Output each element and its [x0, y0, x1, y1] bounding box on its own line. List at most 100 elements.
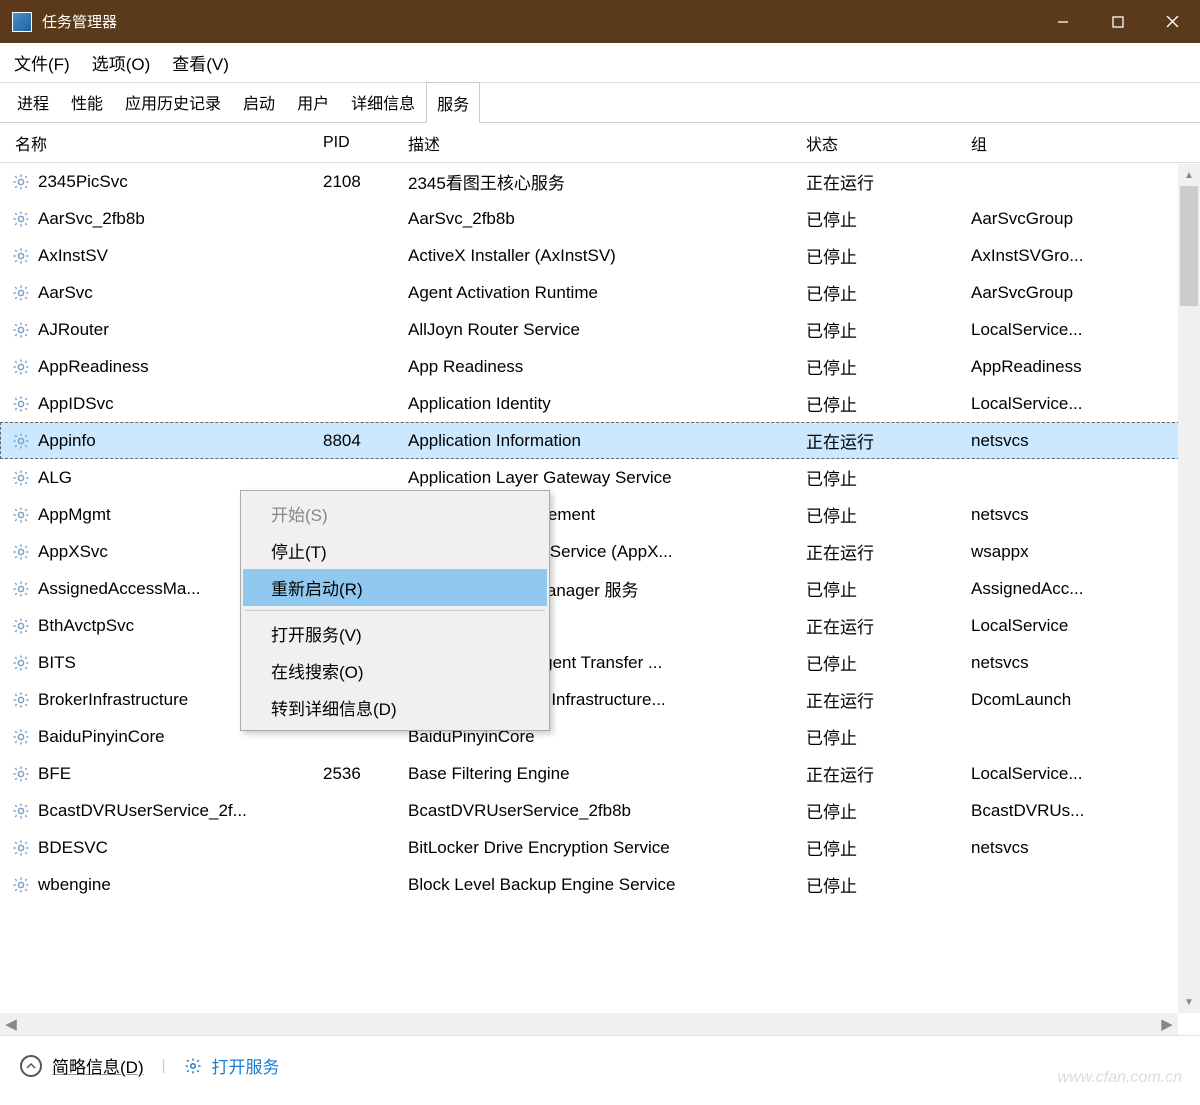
tab-应用历史记录[interactable]: 应用历史记录	[114, 81, 232, 122]
cell-status: 已停止	[796, 206, 961, 231]
cell-pid: 8804	[313, 431, 398, 451]
gear-icon	[12, 506, 30, 524]
gear-icon	[12, 617, 30, 635]
cm-restart[interactable]: 重新启动(R)	[243, 569, 547, 606]
col-group[interactable]: 组	[961, 131, 1141, 155]
cell-desc: BitLocker Drive Encryption Service	[398, 838, 796, 858]
service-row[interactable]: AarSvcAgent Activation Runtime已停止AarSvcG…	[0, 274, 1200, 311]
close-button[interactable]	[1145, 0, 1200, 43]
footer: 简略信息(D) | 打开服务	[0, 1035, 1200, 1095]
tab-进程[interactable]: 进程	[6, 81, 60, 122]
table-header: 名称 PID 描述 状态 组	[0, 123, 1200, 163]
service-row[interactable]: wbengineBlock Level Backup Engine Servic…	[0, 866, 1200, 903]
tab-strip: 进程性能应用历史记录启动用户详细信息服务	[0, 83, 1200, 123]
menubar: 文件(F) 选项(O) 查看(V)	[0, 43, 1200, 83]
scroll-left-icon[interactable]: ◀	[0, 1013, 22, 1035]
cell-status: 正在运行	[796, 613, 961, 638]
tab-用户[interactable]: 用户	[286, 81, 340, 122]
footer-separator: |	[162, 1057, 166, 1074]
service-row[interactable]: BthAvctpSvcAVCTP 服务正在运行LocalService	[0, 607, 1200, 644]
cell-group: DcomLaunch	[961, 690, 1141, 710]
watermark: www.cfan.com.cn	[1058, 1069, 1182, 1087]
cell-status: 正在运行	[796, 539, 961, 564]
scroll-down-icon[interactable]: ▼	[1178, 991, 1200, 1013]
cell-group: AarSvcGroup	[961, 209, 1141, 229]
cell-status: 已停止	[796, 502, 961, 527]
service-row[interactable]: BFE2536Base Filtering Engine正在运行LocalSer…	[0, 755, 1200, 792]
gear-icon	[12, 395, 30, 413]
cm-stop[interactable]: 停止(T)	[243, 532, 547, 569]
titlebar[interactable]: 任务管理器	[0, 0, 1200, 43]
cm-start[interactable]: 开始(S)	[243, 495, 547, 532]
service-row[interactable]: BITSBackground Intelligent Transfer ...已…	[0, 644, 1200, 681]
col-desc[interactable]: 描述	[398, 131, 796, 155]
table-body[interactable]: 2345PicSvc21082345看图王核心服务正在运行AarSvc_2fb8…	[0, 163, 1200, 1035]
cell-status: 正在运行	[796, 169, 961, 194]
gear-icon	[184, 1057, 202, 1075]
cell-desc: Agent Activation Runtime	[398, 283, 796, 303]
service-row[interactable]: AppXSvcAppX Deployment Service (AppX...正…	[0, 533, 1200, 570]
service-row[interactable]: Appinfo8804Application Information正在运行ne…	[0, 422, 1200, 459]
brief-info-link[interactable]: 简略信息(D)	[20, 1053, 144, 1078]
service-row[interactable]: AarSvc_2fb8bAarSvc_2fb8b已停止AarSvcGroup	[0, 200, 1200, 237]
maximize-button[interactable]	[1090, 0, 1145, 43]
cell-status: 已停止	[796, 354, 961, 379]
service-row[interactable]: AssignedAccessMa...AssignedAccessManager…	[0, 570, 1200, 607]
tab-服务[interactable]: 服务	[426, 82, 480, 123]
scroll-thumb[interactable]	[1180, 186, 1198, 306]
tab-性能[interactable]: 性能	[60, 81, 114, 122]
gear-icon	[12, 284, 30, 302]
service-row[interactable]: BrokerInfrastructure996Background Tasks …	[0, 681, 1200, 718]
service-row[interactable]: AJRouterAllJoyn Router Service已停止LocalSe…	[0, 311, 1200, 348]
gear-icon	[12, 876, 30, 894]
col-pid[interactable]: PID	[313, 134, 398, 152]
tab-启动[interactable]: 启动	[232, 81, 286, 122]
scroll-up-icon[interactable]: ▲	[1178, 164, 1200, 186]
cm-go-details[interactable]: 转到详细信息(D)	[243, 689, 547, 726]
col-status[interactable]: 状态	[796, 131, 961, 155]
cell-group: LocalService...	[961, 320, 1141, 340]
minimize-button[interactable]	[1035, 0, 1090, 43]
service-row[interactable]: AppMgmtApplication Management已停止netsvcs	[0, 496, 1200, 533]
menu-options[interactable]: 选项(O)	[90, 46, 153, 79]
service-row[interactable]: AppIDSvcApplication Identity已停止LocalServ…	[0, 385, 1200, 422]
cell-group: wsappx	[961, 542, 1141, 562]
cm-separator	[245, 610, 545, 611]
cell-status: 已停止	[796, 650, 961, 675]
cell-name: AppIDSvc	[0, 394, 313, 414]
menu-view[interactable]: 查看(V)	[170, 46, 231, 79]
cell-pid: 2108	[313, 172, 398, 192]
gear-icon	[12, 173, 30, 191]
menu-file[interactable]: 文件(F)	[12, 46, 72, 79]
service-row[interactable]: BcastDVRUserService_2f...BcastDVRUserSer…	[0, 792, 1200, 829]
cell-status: 已停止	[796, 391, 961, 416]
cell-desc: App Readiness	[398, 357, 796, 377]
cell-name: wbengine	[0, 875, 313, 895]
service-row[interactable]: AxInstSVActiveX Installer (AxInstSV)已停止A…	[0, 237, 1200, 274]
scroll-right-icon[interactable]: ▶	[1156, 1013, 1178, 1035]
cell-status: 正在运行	[796, 761, 961, 786]
open-services-label: 打开服务	[212, 1053, 280, 1078]
service-row[interactable]: ALGApplication Layer Gateway Service已停止	[0, 459, 1200, 496]
cell-group: AppReadiness	[961, 357, 1141, 377]
scrollbar-vertical[interactable]: ▲ ▼	[1178, 164, 1200, 1013]
gear-icon	[12, 543, 30, 561]
col-name[interactable]: 名称	[0, 131, 313, 155]
cm-open-services[interactable]: 打开服务(V)	[243, 615, 547, 652]
service-row[interactable]: BaiduPinyinCoreBaiduPinyinCore已停止	[0, 718, 1200, 755]
cell-status: 正在运行	[796, 428, 961, 453]
window-title: 任务管理器	[42, 11, 1035, 32]
open-services-link[interactable]: 打开服务	[184, 1053, 280, 1078]
cell-desc: AarSvc_2fb8b	[398, 209, 796, 229]
cell-group: netsvcs	[961, 505, 1141, 525]
cell-name: BFE	[0, 764, 313, 784]
cm-search-online[interactable]: 在线搜索(O)	[243, 652, 547, 689]
cell-desc: BcastDVRUserService_2fb8b	[398, 801, 796, 821]
brief-info-label: 简略信息(D)	[52, 1053, 144, 1078]
scrollbar-horizontal[interactable]: ◀ ▶	[0, 1013, 1178, 1035]
tab-详细信息[interactable]: 详细信息	[340, 81, 426, 122]
service-row[interactable]: BDESVCBitLocker Drive Encryption Service…	[0, 829, 1200, 866]
service-row[interactable]: AppReadinessApp Readiness已停止AppReadiness	[0, 348, 1200, 385]
service-row[interactable]: 2345PicSvc21082345看图王核心服务正在运行	[0, 163, 1200, 200]
gear-icon	[12, 839, 30, 857]
